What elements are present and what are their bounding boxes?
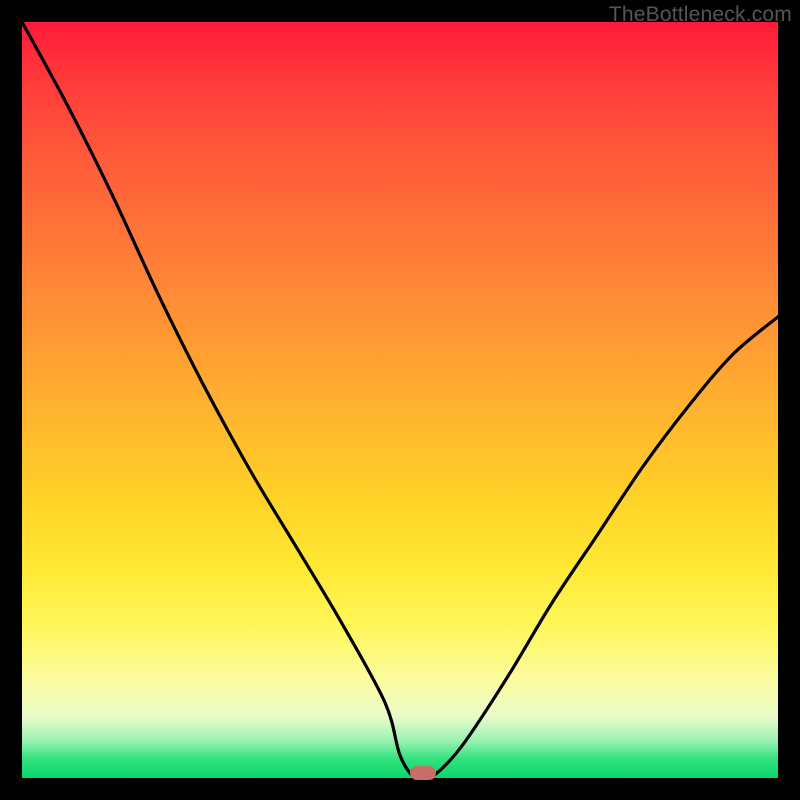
plot-area <box>22 22 778 778</box>
optimum-marker <box>410 766 436 780</box>
chart-frame: TheBottleneck.com <box>0 0 800 800</box>
curve-path <box>22 22 778 778</box>
watermark-text: TheBottleneck.com <box>609 3 792 27</box>
bottleneck-curve <box>22 22 778 778</box>
